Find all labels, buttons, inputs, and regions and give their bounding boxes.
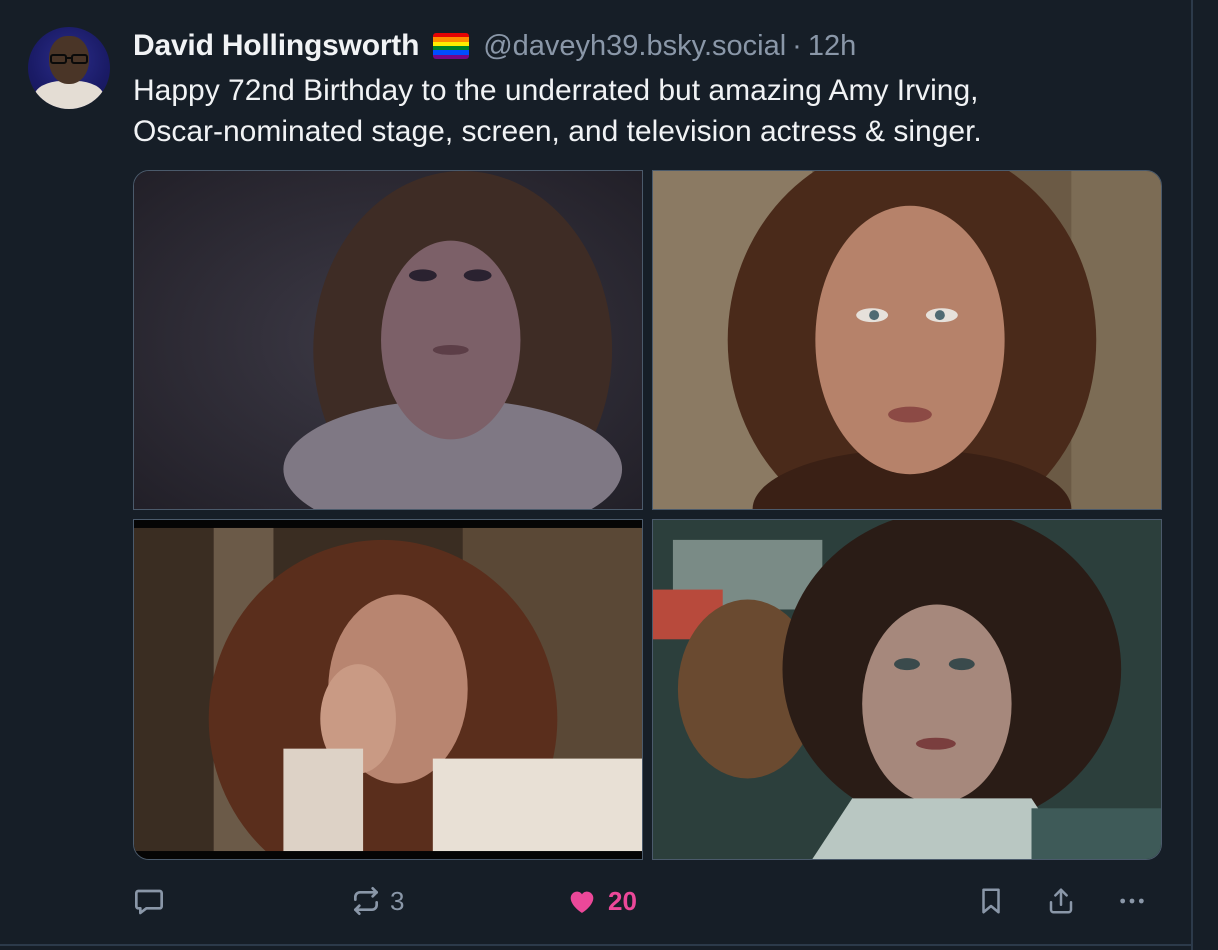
header-separator: · <box>792 29 802 62</box>
avatar[interactable] <box>28 27 110 109</box>
post-image-2[interactable] <box>652 170 1162 510</box>
photo-icon <box>134 171 642 509</box>
post-actions: 3 20 <box>0 880 1191 922</box>
bookmark-icon <box>982 888 1000 914</box>
share-button[interactable] <box>1046 880 1076 922</box>
more-options-button[interactable] <box>1115 880 1149 922</box>
post-card[interactable]: David Hollingsworth @daveyh39.bsky.socia… <box>0 0 1218 950</box>
image-grid <box>133 170 1162 860</box>
divider <box>1191 0 1193 950</box>
author-handle[interactable]: @daveyh39.bsky.social <box>483 30 786 63</box>
reply-button[interactable] <box>133 880 165 922</box>
post-text: Happy 72nd Birthday to the underrated bu… <box>133 74 982 148</box>
speech-bubble-icon <box>135 889 163 915</box>
post-image-4[interactable] <box>652 519 1162 860</box>
author-display-name[interactable]: David Hollingsworth <box>133 29 419 63</box>
post-timestamp[interactable]: 12h <box>808 30 856 63</box>
share-icon <box>1049 888 1073 914</box>
photo-icon <box>653 520 1161 859</box>
post-header: David Hollingsworth @daveyh39.bsky.socia… <box>133 28 856 64</box>
rainbow-flag-icon <box>433 33 470 59</box>
photo-icon <box>653 171 1161 509</box>
like-button[interactable]: 20 <box>566 880 637 922</box>
photo-icon <box>134 520 642 859</box>
post-image-3[interactable] <box>133 519 643 860</box>
post-image-1[interactable] <box>133 170 643 510</box>
like-count: 20 <box>608 885 637 916</box>
more-dots-icon <box>1120 898 1144 904</box>
heart-icon <box>570 891 594 913</box>
avatar-glasses <box>50 54 88 64</box>
avatar-shoulders <box>34 81 104 109</box>
repost-arrows-icon <box>354 887 378 915</box>
bookmark-button[interactable] <box>976 880 1006 922</box>
repost-button[interactable]: 3 <box>350 880 404 922</box>
divider <box>0 944 1191 946</box>
repost-count: 3 <box>390 885 405 916</box>
